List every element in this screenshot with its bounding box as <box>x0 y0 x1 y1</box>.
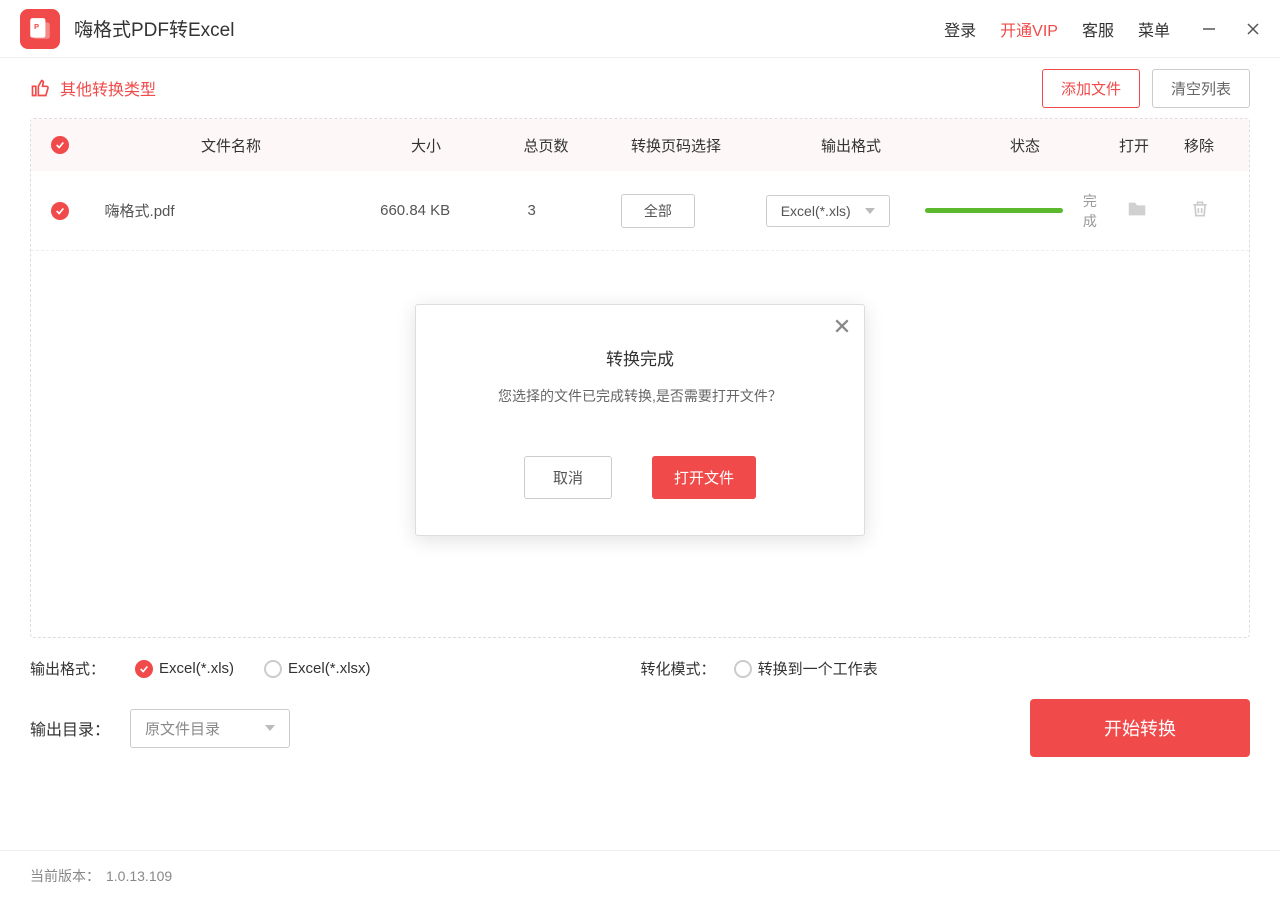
clear-list-button[interactable]: 清空列表 <box>1152 69 1250 108</box>
progress-bar <box>925 208 1063 213</box>
header-pages: 总页数 <box>491 135 601 156</box>
header-size: 大小 <box>361 135 491 156</box>
svg-text:P: P <box>34 22 39 31</box>
remove-icon[interactable] <box>1190 199 1210 219</box>
radio-xls[interactable]: Excel(*.xls) <box>135 660 234 678</box>
add-file-button[interactable]: 添加文件 <box>1042 69 1140 108</box>
vip-link[interactable]: 开通VIP <box>1000 17 1058 41</box>
output-dir-value: 原文件目录 <box>145 718 220 739</box>
other-types-link[interactable]: 其他转换类型 <box>30 76 156 100</box>
output-format-label: 输出格式： <box>30 658 105 679</box>
header-range: 转换页码选择 <box>601 135 751 156</box>
output-format-options: 输出格式： Excel(*.xls) Excel(*.xlsx) 转化模式： 转… <box>0 638 1280 679</box>
select-all-checkbox[interactable] <box>51 136 69 154</box>
status-text: 完成 <box>1077 191 1103 231</box>
radio-xls-label: Excel(*.xls) <box>159 660 234 677</box>
table-row: 嗨格式.pdf 660.84 KB 3 全部 Excel(*.xls) 完成 <box>31 171 1249 251</box>
dialog-close-icon[interactable] <box>834 317 850 340</box>
output-dir-label: 输出目录： <box>30 716 110 740</box>
thumbs-up-icon <box>30 78 50 98</box>
close-button[interactable] <box>1244 20 1262 38</box>
other-types-label: 其他转换类型 <box>60 76 156 100</box>
service-link[interactable]: 客服 <box>1082 17 1114 41</box>
login-link[interactable]: 登录 <box>944 17 976 41</box>
radio-xlsx[interactable]: Excel(*.xlsx) <box>264 660 371 678</box>
conversion-complete-dialog: 转换完成 您选择的文件已完成转换,是否需要打开文件？ 取消 打开文件 <box>415 304 865 536</box>
version-label: 当前版本： <box>30 866 100 886</box>
header-format: 输出格式 <box>751 135 951 156</box>
output-dir-select[interactable]: 原文件目录 <box>130 709 290 748</box>
version-value: 1.0.13.109 <box>106 868 172 884</box>
dialog-cancel-button[interactable]: 取消 <box>524 456 612 499</box>
chevron-down-icon <box>865 208 875 214</box>
header-open: 打开 <box>1099 135 1169 156</box>
open-folder-icon[interactable] <box>1126 198 1148 220</box>
dialog-title: 转换完成 <box>416 305 864 386</box>
output-format-value: Excel(*.xls) <box>781 203 851 219</box>
window-controls <box>1200 20 1262 38</box>
mode-label: 转化模式： <box>641 658 716 679</box>
row-checkbox[interactable] <box>51 202 69 220</box>
app-title: 嗨格式PDF转Excel <box>74 15 234 42</box>
titlebar-links: 登录 开通VIP 客服 菜单 <box>944 17 1170 41</box>
radio-xlsx-label: Excel(*.xlsx) <box>288 660 371 677</box>
toolbar: 其他转换类型 添加文件 清空列表 <box>0 58 1280 118</box>
start-convert-button[interactable]: 开始转换 <box>1030 699 1250 757</box>
app-logo: P <box>20 9 60 49</box>
dialog-open-button[interactable]: 打开文件 <box>652 456 756 499</box>
page-range-button[interactable]: 全部 <box>621 194 695 228</box>
radio-one-sheet-label: 转换到一个工作表 <box>758 658 878 679</box>
file-size: 660.84 KB <box>352 202 478 219</box>
dialog-message: 您选择的文件已完成转换,是否需要打开文件？ <box>416 386 864 456</box>
output-dir-row: 输出目录： 原文件目录 开始转换 <box>0 679 1280 777</box>
file-name: 嗨格式.pdf <box>105 200 175 221</box>
radio-one-sheet[interactable]: 转换到一个工作表 <box>734 658 878 679</box>
chevron-down-icon <box>265 725 275 731</box>
minimize-button[interactable] <box>1200 20 1218 38</box>
header-status: 状态 <box>951 135 1099 156</box>
menu-link[interactable]: 菜单 <box>1138 17 1170 41</box>
header-name: 文件名称 <box>101 135 361 156</box>
output-format-select[interactable]: Excel(*.xls) <box>766 195 890 227</box>
table-header: 文件名称 大小 总页数 转换页码选择 输出格式 状态 打开 移除 <box>31 119 1249 171</box>
footer: 当前版本： 1.0.13.109 <box>0 850 1280 900</box>
titlebar: P 嗨格式PDF转Excel 登录 开通VIP 客服 菜单 <box>0 0 1280 58</box>
file-pages: 3 <box>478 202 585 219</box>
header-remove: 移除 <box>1169 135 1229 156</box>
